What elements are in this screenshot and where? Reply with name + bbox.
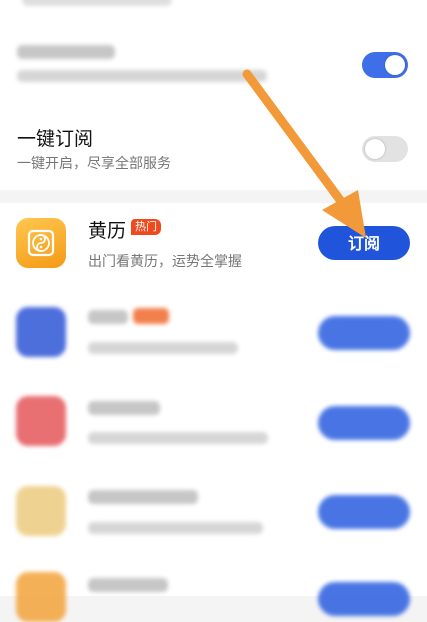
blurred-service-description — [88, 522, 263, 534]
blurred-setting-title — [22, 0, 172, 6]
setting-toggle-on[interactable] — [362, 52, 408, 78]
subscribe-button[interactable]: 订阅 — [318, 226, 410, 260]
blue-app-icon — [16, 307, 66, 357]
orange-app-icon — [16, 572, 66, 622]
red-app-icon — [16, 396, 66, 446]
one-key-subscribe-subtitle: 一键开启，尽享全部服务 — [17, 156, 171, 172]
blurred-setting-subtitle — [17, 70, 267, 82]
blurred-service-name — [88, 310, 128, 324]
service-description: 出门看黄历，运势全掌握 — [88, 254, 242, 270]
blurred-badge — [133, 308, 169, 324]
subscribe-button[interactable] — [318, 316, 410, 350]
blurred-service-description — [88, 432, 268, 444]
blurred-service-name — [88, 401, 160, 415]
toggle-knob — [365, 139, 385, 159]
toggle-knob — [385, 55, 405, 75]
blurred-setting-title — [17, 45, 115, 59]
gold-app-icon — [16, 486, 66, 536]
paw-logo-icon — [344, 537, 390, 567]
service-name: 黄历 — [88, 220, 127, 242]
subscribe-button[interactable] — [318, 406, 410, 440]
hot-badge: 热门 — [131, 219, 161, 235]
watermark-logo — [312, 537, 422, 593]
yin-yang-icon — [16, 218, 66, 268]
one-key-subscribe-toggle[interactable] — [362, 136, 408, 162]
blurred-service-description — [88, 342, 238, 354]
blurred-service-name — [88, 578, 168, 592]
settings-card: 一键订阅 一键开启，尽享全部服务 — [0, 0, 427, 190]
one-key-subscribe-title: 一键订阅 — [17, 128, 94, 150]
blurred-service-name — [88, 490, 198, 504]
subscribe-button[interactable] — [318, 495, 410, 529]
